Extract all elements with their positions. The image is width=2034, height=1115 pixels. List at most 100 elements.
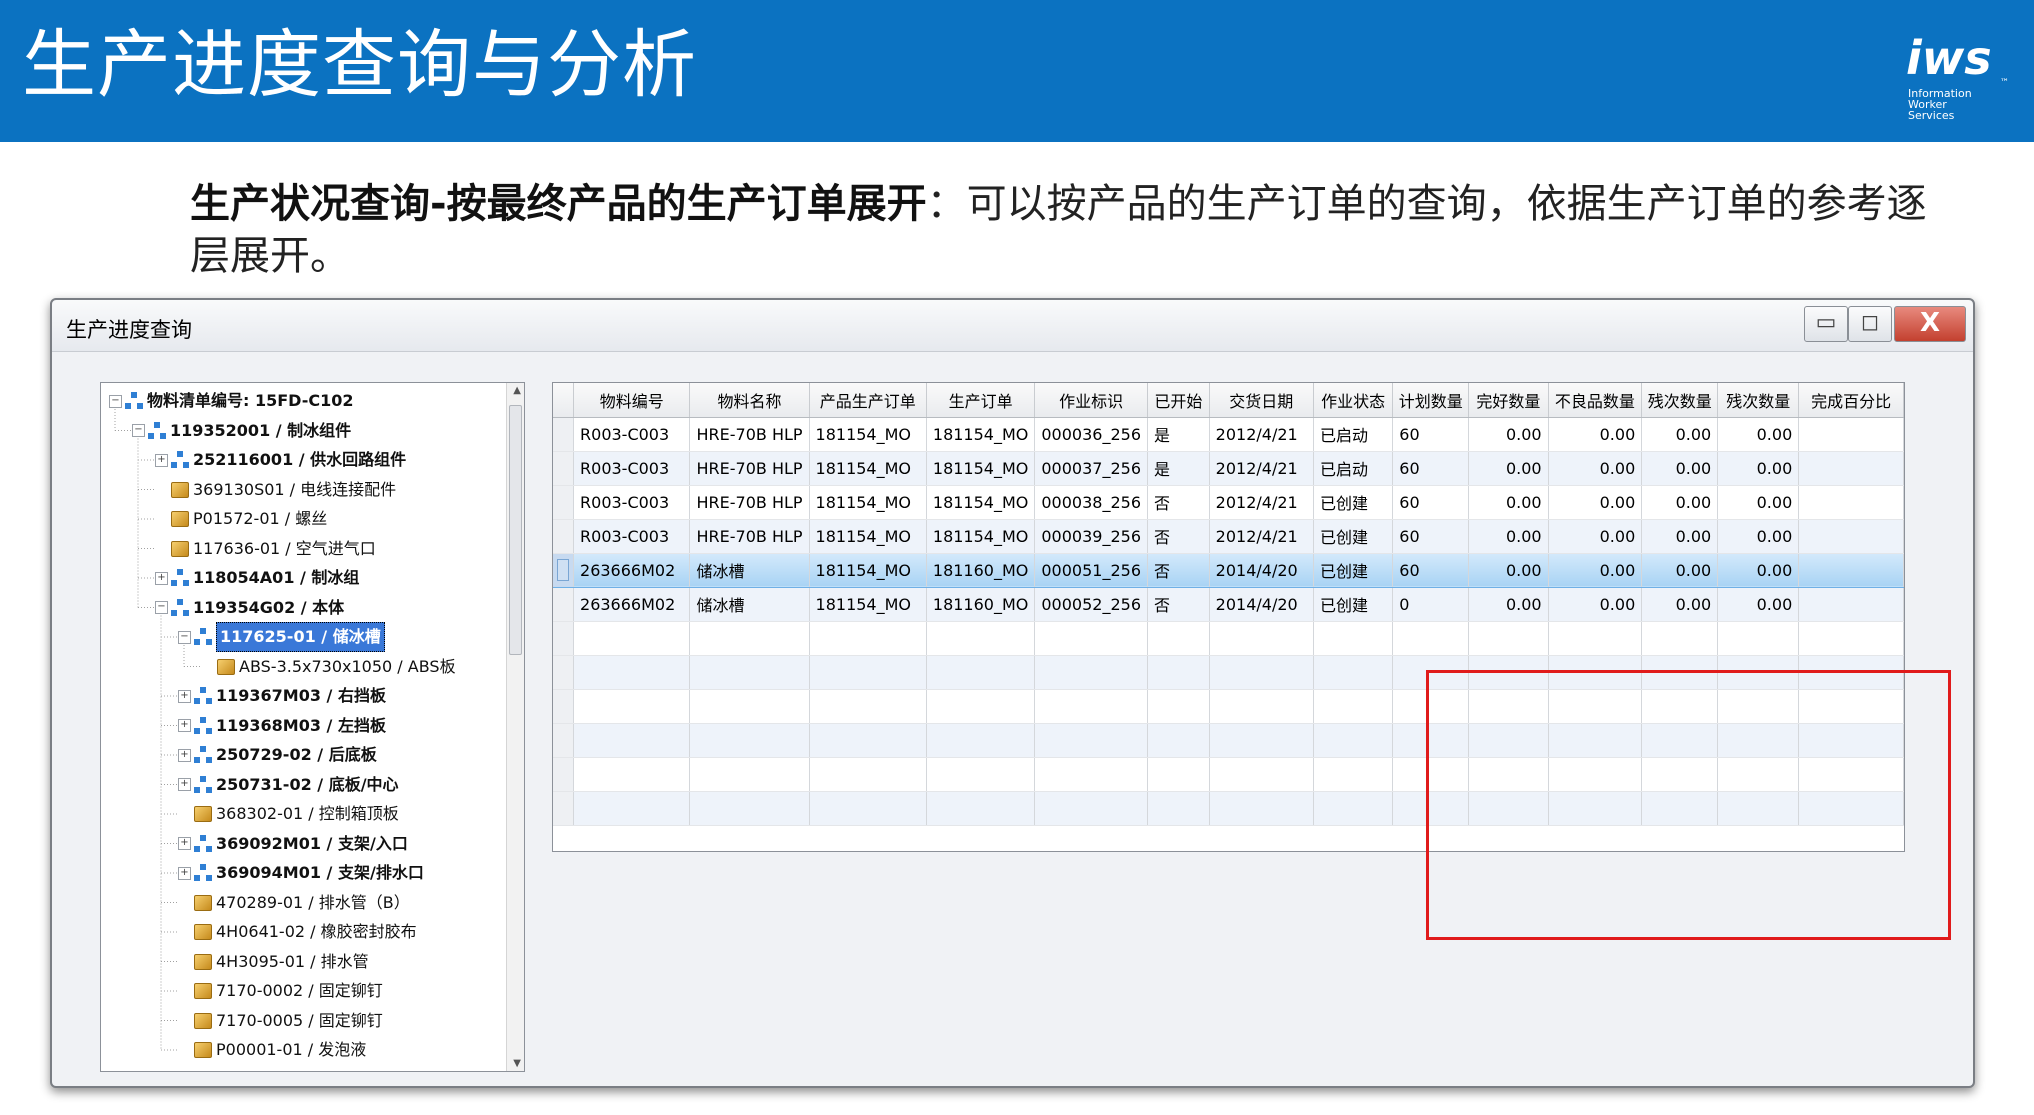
expand-icon[interactable]: +: [155, 453, 168, 467]
tree-node-label[interactable]: 369094M01 / 支架/排水口: [216, 859, 424, 887]
column-header[interactable]: 物料名称: [689, 383, 810, 418]
column-header[interactable]: 残次数量: [1641, 383, 1719, 418]
tree-node[interactable]: +250729-02 / 后底板: [178, 741, 377, 769]
table-cell[interactable]: 181160_MO: [926, 587, 1036, 622]
table-cell[interactable]: [1798, 451, 1904, 486]
tree-node[interactable]: +119367M03 / 右挡板: [178, 682, 386, 710]
collapse-icon[interactable]: −: [155, 601, 168, 614]
collapse-icon[interactable]: −: [132, 424, 145, 437]
table-cell[interactable]: 0.00: [1717, 552, 1800, 588]
table-cell[interactable]: 000039_256: [1034, 519, 1148, 554]
tree-node-label[interactable]: 7170-0002 / 固定铆钉: [216, 977, 383, 1005]
table-cell[interactable]: 否: [1147, 519, 1210, 554]
table-cell[interactable]: 181154_MO: [926, 519, 1036, 554]
table-cell[interactable]: 已启动: [1313, 417, 1394, 452]
tree-node-label[interactable]: 4H3095-01 / 排水管: [216, 948, 369, 976]
tree-node-label[interactable]: P00001-01 / 发泡液: [216, 1036, 366, 1064]
column-header[interactable]: 作业标识: [1034, 383, 1148, 418]
tree-scroll-thumb[interactable]: [509, 405, 522, 655]
tree-node[interactable]: +369092M01 / 支架/入口: [178, 830, 408, 858]
table-row[interactable]: 263666M02 储冰槽 181154_MO 181160_MO 000052_256…: [553, 587, 1904, 622]
table-cell[interactable]: [1798, 417, 1904, 452]
table-cell[interactable]: 0.00: [1548, 417, 1643, 452]
table-cell[interactable]: 0.00: [1641, 417, 1719, 452]
table-cell[interactable]: [1798, 587, 1904, 622]
tree-node[interactable]: +250731-02 / 底板/中心: [178, 771, 399, 799]
table-cell[interactable]: R003-C003: [573, 519, 691, 554]
table-cell[interactable]: 181154_MO: [809, 485, 927, 520]
table-row[interactable]: R003-C003 HRE-70B HLP 181154_MO 181154_MO 00…: [553, 417, 1904, 452]
table-cell[interactable]: 0.00: [1548, 587, 1643, 622]
tree-node[interactable]: 4H0641-02 / 橡胶密封胶布: [178, 918, 417, 946]
table-cell[interactable]: 000038_256: [1034, 485, 1148, 520]
table-cell[interactable]: 263666M02: [573, 587, 691, 622]
tree-node-label[interactable]: 119367M03 / 右挡板: [216, 682, 386, 710]
table-cell[interactable]: 0.00: [1548, 552, 1643, 588]
table-cell[interactable]: 181154_MO: [809, 417, 927, 452]
tree-node[interactable]: +118054A01 / 制冰组: [155, 564, 359, 592]
table-cell[interactable]: 2012/4/21: [1209, 451, 1314, 486]
tree-node-label[interactable]: 369092M01 / 支架/入口: [216, 830, 408, 858]
table-cell[interactable]: 181154_MO: [809, 587, 927, 622]
row-selector[interactable]: [553, 519, 575, 554]
expand-icon[interactable]: +: [178, 837, 191, 850]
table-cell[interactable]: 0.00: [1468, 451, 1549, 486]
tree-node-label[interactable]: 119368M03 / 左挡板: [216, 712, 386, 740]
table-cell[interactable]: 0.00: [1717, 587, 1800, 622]
table-cell[interactable]: 0.00: [1468, 417, 1549, 452]
table-cell[interactable]: 0.00: [1548, 485, 1643, 520]
table-cell[interactable]: 0.00: [1641, 451, 1719, 486]
table-cell[interactable]: 已启动: [1313, 451, 1394, 486]
column-header[interactable]: 物料编号: [573, 383, 691, 418]
tree-scrollbar[interactable]: ▲ ▼: [506, 383, 524, 1071]
column-header[interactable]: 交货日期: [1209, 383, 1314, 418]
tree-node[interactable]: ABS-3.5x730x1050 / ABS板: [201, 653, 456, 681]
table-cell[interactable]: 181154_MO: [809, 451, 927, 486]
table-cell[interactable]: 0.00: [1641, 552, 1719, 588]
table-cell[interactable]: 0.00: [1468, 552, 1549, 588]
table-cell[interactable]: 已创建: [1313, 485, 1394, 520]
tree-node-label[interactable]: 470289-01 / 排水管（B）: [216, 889, 410, 917]
minimize-button[interactable]: ▭: [1804, 306, 1848, 342]
tree-node[interactable]: − 119354G02 / 本体: [155, 594, 344, 622]
collapse-icon[interactable]: −: [109, 394, 122, 408]
table-cell[interactable]: 181154_MO: [926, 417, 1036, 452]
tree-node[interactable]: 470289-01 / 排水管（B）: [178, 889, 410, 917]
table-cell[interactable]: 000051_256: [1034, 552, 1148, 588]
tree-node[interactable]: − 119352001 / 制冰组件: [132, 417, 351, 445]
row-selector[interactable]: [553, 485, 575, 520]
table-cell[interactable]: 储冰槽: [689, 587, 810, 622]
table-cell[interactable]: 263666M02: [573, 552, 691, 588]
tree-node[interactable]: − 物料清单编号: 15FD-C102: [109, 387, 354, 415]
scroll-up-icon[interactable]: ▲: [513, 385, 521, 396]
table-cell[interactable]: 000052_256: [1034, 587, 1148, 622]
tree-node[interactable]: P00001-01 / 发泡液: [178, 1036, 366, 1064]
column-header[interactable]: 作业状态: [1313, 383, 1394, 418]
close-button[interactable]: X: [1894, 306, 1966, 342]
table-cell[interactable]: 2014/4/20: [1209, 587, 1314, 622]
table-row[interactable]: R003-C003 HRE-70B HLP 181154_MO 181154_MO 00…: [553, 519, 1904, 554]
column-header[interactable]: 已开始: [1147, 383, 1210, 418]
table-cell[interactable]: 0.00: [1717, 451, 1800, 486]
table-cell[interactable]: 已创建: [1313, 552, 1394, 588]
table-cell[interactable]: 181154_MO: [809, 519, 927, 554]
tree-node-label[interactable]: 250729-02 / 后底板: [216, 741, 377, 769]
table-row[interactable]: R003-C003 HRE-70B HLP 181154_MO 181154_MO 00…: [553, 451, 1904, 486]
table-cell[interactable]: 181154_MO: [809, 552, 927, 588]
table-cell[interactable]: R003-C003: [573, 451, 691, 486]
column-header[interactable]: 生产订单: [926, 383, 1036, 418]
table-cell[interactable]: 已创建: [1313, 519, 1394, 554]
table-cell[interactable]: 是: [1147, 417, 1210, 452]
table-cell[interactable]: 已创建: [1313, 587, 1394, 622]
table-cell[interactable]: 0: [1392, 587, 1470, 622]
table-cell[interactable]: 是: [1147, 451, 1210, 486]
tree-node[interactable]: 369130S01 / 电线连接配件: [155, 476, 396, 504]
table-cell[interactable]: 0.00: [1468, 485, 1549, 520]
table-cell[interactable]: 2012/4/21: [1209, 417, 1314, 452]
tree-node-label[interactable]: 369130S01 / 电线连接配件: [193, 476, 396, 504]
table-cell[interactable]: R003-C003: [573, 485, 691, 520]
table-row[interactable]: 263666M02 储冰槽 181154_MO 181160_MO 000051_256…: [553, 552, 1904, 588]
column-header[interactable]: 完好数量: [1468, 383, 1549, 418]
bom-tree-view[interactable]: − 物料清单编号: 15FD-C102−119352001 / 制冰组件 +2521…: [100, 382, 525, 1072]
tree-node[interactable]: P01572-01 / 螺丝: [155, 505, 327, 533]
